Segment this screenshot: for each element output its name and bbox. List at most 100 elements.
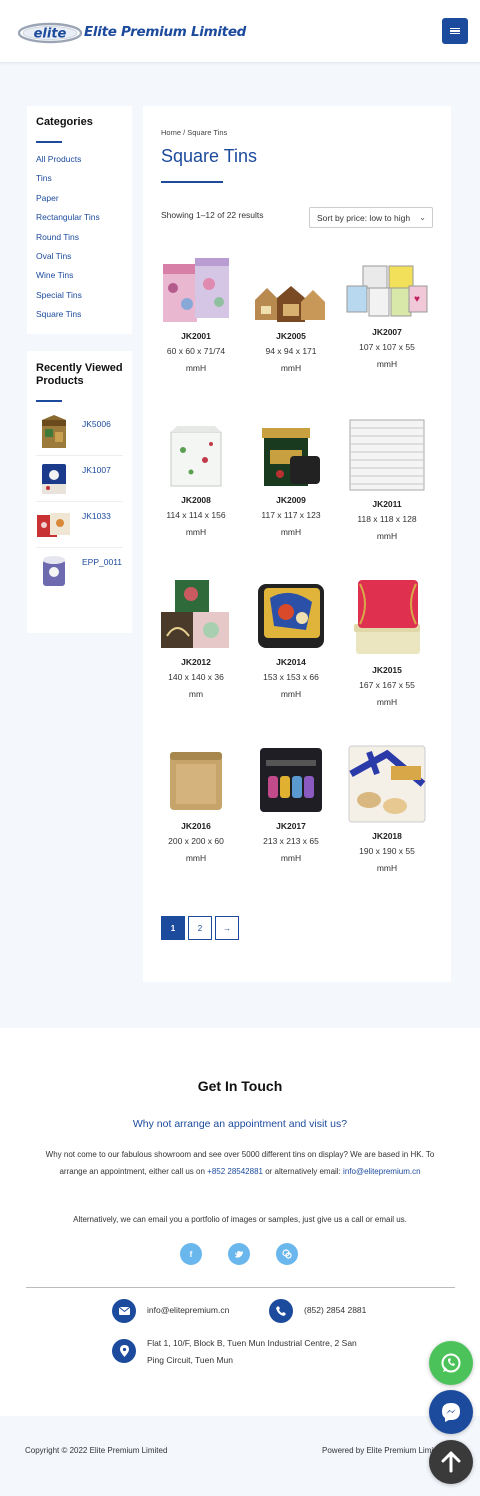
messenger-button[interactable] — [429, 1390, 473, 1434]
product-size-unit: mmH — [280, 853, 302, 863]
product-name[interactable]: JK2007 — [342, 327, 432, 337]
product-size-unit: mmH — [376, 863, 398, 873]
scroll-to-top-button[interactable] — [429, 1440, 473, 1484]
title-underline — [161, 181, 223, 183]
twitter-icon[interactable] — [228, 1243, 250, 1265]
product-name[interactable]: JK2015 — [342, 665, 432, 675]
facebook-icon[interactable]: f — [180, 1243, 202, 1265]
product-card[interactable]: JK2015 167 x 167 x 55 mmH — [342, 578, 432, 711]
chat-icon[interactable] — [276, 1243, 298, 1265]
email-link[interactable]: info@elitepremium.cn — [343, 1167, 420, 1176]
menu-button[interactable] — [442, 18, 468, 44]
product-size-unit: mmH — [376, 697, 398, 707]
product-image[interactable] — [342, 416, 432, 492]
category-link[interactable]: Wine Tins — [36, 269, 123, 288]
contact-phone-text[interactable]: (852) 2854 2881 — [304, 1302, 366, 1319]
product-card[interactable]: JK2018 190 x 190 x 55 mmH — [342, 742, 432, 877]
category-link[interactable]: Oval Tins — [36, 250, 123, 269]
product-listing: Home / Square Tins Square Tins Showing 1… — [143, 106, 451, 982]
product-name[interactable]: JK2012 — [151, 657, 241, 667]
product-card[interactable]: JK2011 118 x 118 x 128 mmH — [342, 416, 432, 545]
product-image[interactable] — [151, 416, 241, 488]
contact-email-text[interactable]: info@elitepremium.cn — [147, 1302, 229, 1319]
product-image[interactable] — [342, 742, 432, 824]
category-link[interactable]: Round Tins — [36, 231, 123, 250]
site-footer: Copyright © 2022 Elite Premium Limited P… — [0, 1416, 480, 1496]
recent-product-label[interactable]: JK5006 — [82, 419, 111, 455]
category-link[interactable]: All Products — [36, 153, 123, 172]
product-card[interactable]: ♥ JK2007 107 x 107 x 55 mmH — [342, 252, 432, 373]
product-thumbnail[interactable] — [36, 552, 72, 588]
phone-link[interactable]: +852 28542881 — [207, 1167, 263, 1176]
product-image[interactable] — [151, 578, 241, 650]
category-link[interactable]: Paper — [36, 192, 123, 211]
contact-address-text: Flat 1, 10/F, Block B, Tuen Mun Industri… — [147, 1335, 357, 1369]
product-size-line: 107 x 107 x 55 — [359, 342, 415, 352]
product-card[interactable]: JK2005 94 x 94 x 171 mmH — [246, 252, 336, 377]
product-name[interactable]: JK2016 — [151, 821, 241, 831]
product-size-line: 140 x 140 x 36 — [168, 672, 224, 682]
recent-product-label[interactable]: JK1033 — [82, 511, 111, 547]
recent-product-label[interactable]: JK1007 — [82, 465, 111, 501]
contact-email[interactable]: info@elitepremium.cn — [112, 1299, 229, 1323]
product-thumbnail[interactable] — [36, 506, 72, 542]
category-link[interactable]: Rectangular Tins — [36, 211, 123, 230]
product-image[interactable] — [151, 742, 241, 814]
product-size-line: 190 x 190 x 55 — [359, 846, 415, 856]
product-image[interactable] — [246, 252, 336, 324]
product-name[interactable]: JK2017 — [246, 821, 336, 831]
whatsapp-button[interactable] — [429, 1341, 473, 1385]
whatsapp-icon — [441, 1353, 461, 1373]
product-card[interactable]: JK2014 153 x 153 x 66 mmH — [246, 578, 336, 703]
title-underline — [36, 141, 62, 143]
product-size-unit: mm — [188, 689, 204, 699]
category-link[interactable]: Special Tins — [36, 289, 123, 308]
product-size: 118 x 118 x 128 mmH — [342, 511, 432, 545]
product-name[interactable]: JK2005 — [246, 331, 336, 341]
product-thumbnail[interactable] — [36, 460, 72, 496]
product-card[interactable]: JK2012 140 x 140 x 36 mm — [151, 578, 241, 703]
product-card[interactable]: JK2017 213 x 213 x 65 mmH — [246, 742, 336, 867]
product-size: 153 x 153 x 66 mmH — [246, 669, 336, 703]
product-card[interactable]: JK2008 114 x 114 x 156 mmH — [151, 416, 241, 541]
product-image[interactable] — [342, 578, 432, 658]
breadcrumb[interactable]: Home / Square Tins — [161, 128, 227, 137]
product-size-unit: mmH — [280, 363, 302, 373]
product-name[interactable]: JK2011 — [342, 499, 432, 509]
product-size-unit: mmH — [185, 853, 207, 863]
product-name[interactable]: JK2018 — [342, 831, 432, 841]
product-name[interactable]: JK2008 — [151, 495, 241, 505]
recent-product[interactable]: JK5006 — [36, 410, 123, 456]
product-size-unit: mmH — [376, 359, 398, 369]
product-card[interactable]: JK2001 60 x 60 x 71/74 mmH — [151, 252, 241, 377]
product-image[interactable] — [246, 578, 336, 650]
product-name[interactable]: JK2009 — [246, 495, 336, 505]
category-link[interactable]: Tins — [36, 172, 123, 191]
product-name[interactable]: JK2001 — [151, 331, 241, 341]
product-image[interactable] — [151, 252, 241, 324]
product-card[interactable]: JK2016 200 x 200 x 60 mmH — [151, 742, 241, 867]
product-name[interactable]: JK2014 — [246, 657, 336, 667]
recent-product[interactable]: JK1007 — [36, 456, 123, 502]
product-image[interactable] — [246, 416, 336, 488]
social-links: f — [180, 1243, 298, 1265]
product-size-unit: mmH — [185, 527, 207, 537]
contact-phone[interactable]: (852) 2854 2881 — [269, 1299, 366, 1323]
recent-product-label[interactable]: EPP_0011 — [82, 557, 122, 594]
page-1-button[interactable]: 1 — [161, 916, 185, 940]
page-title: Square Tins — [161, 146, 258, 166]
recently-viewed-widget: Recently Viewed Products JK5006 JK1007 J… — [27, 351, 132, 633]
recent-product[interactable]: EPP_0011 — [36, 548, 123, 594]
product-size-unit: mmH — [280, 689, 302, 699]
product-card[interactable]: JK2009 117 x 117 x 123 mmH — [246, 416, 336, 541]
pagination: 1 2 → — [161, 916, 239, 940]
sort-dropdown[interactable]: Sort by price: low to high ⌄ — [309, 207, 433, 228]
site-logo[interactable]: elite Elite Premium Limited — [18, 20, 246, 44]
product-image[interactable] — [246, 742, 336, 814]
product-thumbnail[interactable] — [36, 414, 72, 450]
recent-product[interactable]: JK1033 — [36, 502, 123, 548]
next-page-button[interactable]: → — [215, 916, 239, 940]
category-link[interactable]: Square Tins — [36, 308, 123, 327]
page-2-button[interactable]: 2 — [188, 916, 212, 940]
product-image[interactable]: ♥ — [342, 252, 432, 320]
